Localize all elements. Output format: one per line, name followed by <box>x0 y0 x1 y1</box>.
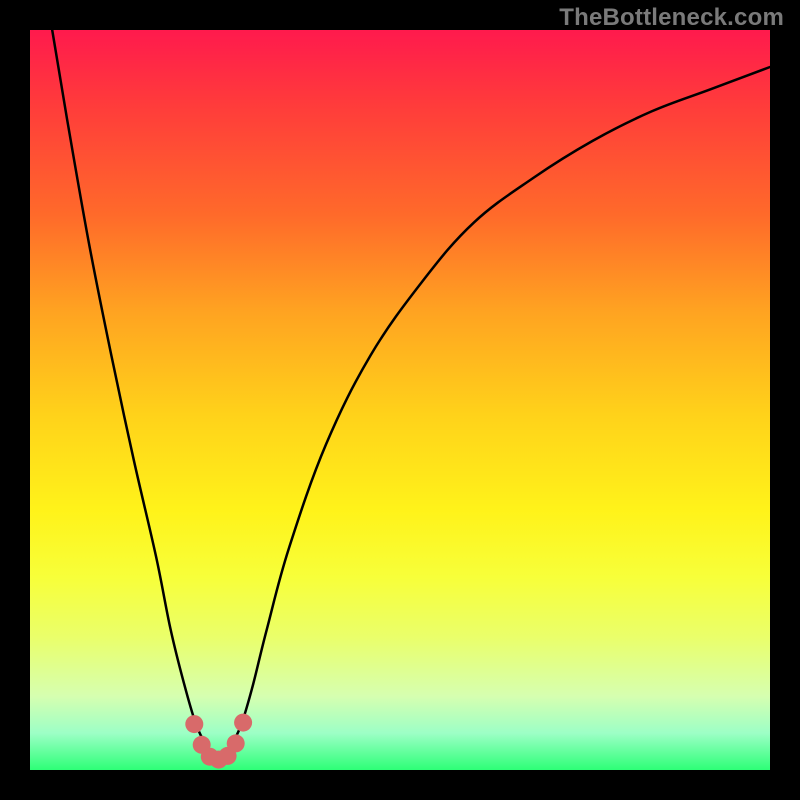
chart-frame: TheBottleneck.com <box>0 0 800 800</box>
bottleneck-marker <box>185 715 203 733</box>
bottleneck-marker <box>227 734 245 752</box>
plot-area <box>30 30 770 770</box>
bottleneck-markers <box>185 714 252 769</box>
watermark-text: TheBottleneck.com <box>559 4 784 32</box>
chart-svg <box>30 30 770 770</box>
bottleneck-marker <box>234 714 252 732</box>
bottleneck-curve <box>52 30 770 760</box>
